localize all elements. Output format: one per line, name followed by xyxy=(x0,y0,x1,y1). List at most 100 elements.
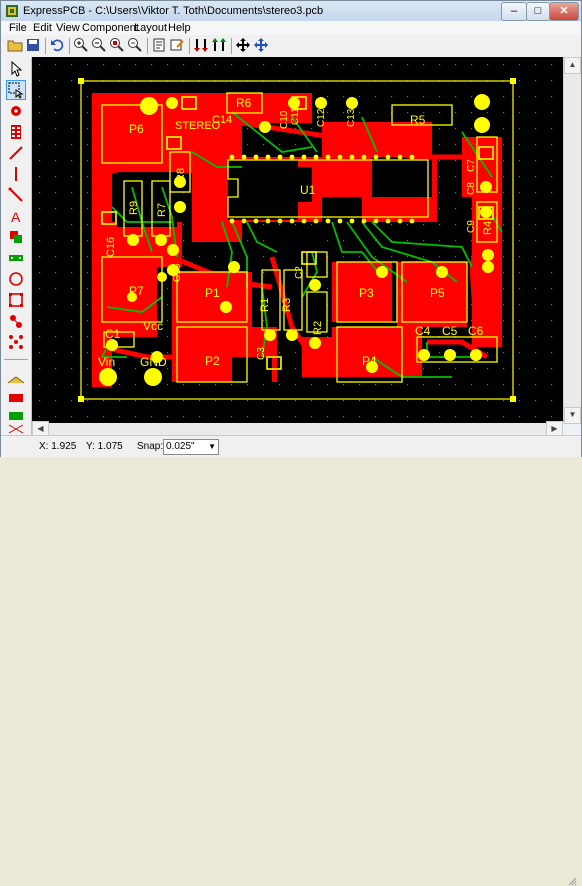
label-vcc: Vcc xyxy=(143,319,163,333)
status-bar: X: 1.925 Y: 1.075 Snap: 0.025" ▼ xyxy=(1,435,581,886)
menu-edit[interactable]: Edit xyxy=(33,22,52,34)
label-c16: C16 xyxy=(105,237,117,257)
close-button[interactable]: ✕ xyxy=(549,2,579,21)
label-u1: U1 xyxy=(300,183,316,197)
label-gnd: GND xyxy=(140,355,167,369)
pan-icon[interactable] xyxy=(253,37,269,53)
trace-icon[interactable] xyxy=(7,144,25,162)
label-r6: R6 xyxy=(236,96,252,110)
save-icon[interactable] xyxy=(25,37,41,53)
move-icon[interactable] xyxy=(235,37,251,53)
component-icon[interactable] xyxy=(7,123,25,141)
label-vin: Vin xyxy=(98,355,115,369)
layer-bottom-icon[interactable] xyxy=(7,391,25,405)
cursor-y-readout: Y: 1.075 xyxy=(86,441,123,452)
zoom-fit-icon[interactable] xyxy=(109,37,125,53)
ratsnest-icon[interactable] xyxy=(7,333,25,351)
snap-select[interactable]: 0.025" ▼ xyxy=(163,439,219,455)
label-c7: C7 xyxy=(466,159,477,172)
label-r4: R4 xyxy=(482,221,494,235)
minimize-button[interactable]: – xyxy=(501,2,527,21)
diagonal-icon[interactable] xyxy=(7,186,25,204)
label-p7: P7 xyxy=(129,284,144,298)
label-p3: P3 xyxy=(359,286,374,300)
label-c4: C4 xyxy=(415,324,431,338)
open-icon[interactable] xyxy=(7,37,23,53)
label-r9: R9 xyxy=(128,201,140,215)
label-c14: C14 xyxy=(212,114,232,126)
menu-help[interactable]: Help xyxy=(168,22,191,34)
label-c13: C13 xyxy=(346,108,357,127)
svg-text:A: A xyxy=(11,209,21,225)
bottom-layer-icon[interactable] xyxy=(211,37,227,53)
menu-bar: File Edit View Component Layout Help xyxy=(1,21,581,35)
menu-component[interactable]: Component xyxy=(82,22,139,34)
expresspcb-app-icon xyxy=(6,5,18,17)
maximize-button[interactable]: □ xyxy=(526,2,550,21)
undo-icon[interactable] xyxy=(49,37,65,53)
horizontal-scrollbar[interactable]: ◀ ▶ xyxy=(32,421,563,436)
window-title: ExpressPCB - C:\Users\Viktor T. Toth\Doc… xyxy=(23,5,324,17)
line-icon[interactable] xyxy=(7,165,25,183)
menu-layout[interactable]: Layout xyxy=(134,22,167,34)
label-r5: R5 xyxy=(410,113,426,127)
label-c8: C8 xyxy=(466,182,477,195)
label-p4: P4 xyxy=(362,354,377,368)
label-r1: R1 xyxy=(259,298,271,312)
label-c12: C12 xyxy=(316,108,327,127)
pcb-canvas[interactable]: P6 STEREO R6 C14 R5 C11 C12 C13 C10 C7 C… xyxy=(32,57,563,423)
properties-icon[interactable] xyxy=(169,37,185,53)
chevron-down-icon[interactable]: ▼ xyxy=(208,440,216,454)
label-p6: P6 xyxy=(129,122,144,136)
label-c3: C3 xyxy=(256,347,267,360)
text-icon[interactable]: A xyxy=(7,207,25,225)
zoom-in-icon[interactable] xyxy=(73,37,89,53)
pad-icon[interactable] xyxy=(7,102,25,120)
scroll-left-arrow-icon[interactable]: ◀ xyxy=(32,421,49,436)
label-c1: C1 xyxy=(105,327,121,341)
layer-silk-icon[interactable] xyxy=(7,409,25,423)
scroll-down-arrow-icon[interactable]: ▼ xyxy=(564,407,581,424)
vertical-scrollbar[interactable]: ▲ ▼ xyxy=(563,57,581,424)
pointer-icon[interactable] xyxy=(7,60,25,78)
title-bar: ExpressPCB - C:\Users\Viktor T. Toth\Doc… xyxy=(1,1,581,21)
label-p5: P5 xyxy=(430,286,445,300)
zoom-out-icon[interactable] xyxy=(91,37,107,53)
tool-palette: A xyxy=(1,57,32,435)
circle-icon[interactable] xyxy=(7,270,25,288)
top-layer-icon[interactable] xyxy=(193,37,209,53)
snap-value: 0.025" xyxy=(166,441,195,452)
rectangle-icon[interactable] xyxy=(7,291,25,309)
drc-icon[interactable] xyxy=(7,423,25,435)
main-toolbar xyxy=(1,35,581,58)
print-setup-icon[interactable] xyxy=(151,37,167,53)
label-c5: C5 xyxy=(442,324,458,338)
label-c11: C11 xyxy=(290,107,301,125)
scroll-right-arrow-icon[interactable]: ▶ xyxy=(546,421,563,436)
label-c9: C9 xyxy=(466,220,477,233)
app-window: ExpressPCB - C:\Users\Viktor T. Toth\Doc… xyxy=(0,0,582,886)
label-c2: C2 xyxy=(294,266,305,279)
label-c6: C6 xyxy=(468,324,484,338)
scroll-up-arrow-icon[interactable]: ▲ xyxy=(564,57,581,74)
layer-swap-icon[interactable] xyxy=(7,228,25,246)
label-r3: R3 xyxy=(281,298,293,312)
resize-grip-icon[interactable] xyxy=(567,876,577,886)
layer-top-icon[interactable] xyxy=(7,373,25,387)
select-area-icon[interactable] xyxy=(6,80,26,100)
snap-label: Snap: xyxy=(137,441,164,452)
menu-file[interactable]: File xyxy=(9,22,27,34)
label-r8: R8 xyxy=(175,168,187,182)
label-r7: R7 xyxy=(156,203,168,217)
cursor-x-readout: X: 1.925 xyxy=(39,441,77,452)
label-c10: C10 xyxy=(279,110,290,129)
pcb-drawing[interactable]: P6 STEREO R6 C14 R5 C11 C12 C13 C10 C7 C… xyxy=(32,57,563,423)
connector-icon[interactable] xyxy=(7,249,25,267)
label-c15: C15 xyxy=(172,263,183,282)
menu-view[interactable]: View xyxy=(56,22,80,34)
zoom-prev-icon[interactable] xyxy=(127,37,143,53)
label-p1: P1 xyxy=(205,286,220,300)
net-icon[interactable] xyxy=(7,312,25,330)
label-p2: P2 xyxy=(205,354,220,368)
label-r2: R2 xyxy=(312,321,324,335)
